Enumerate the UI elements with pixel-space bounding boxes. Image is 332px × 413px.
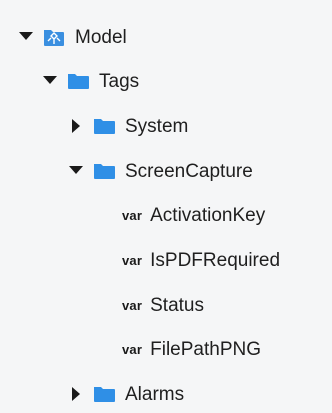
tree-node-alarms[interactable]: Alarms [0, 376, 332, 412]
tree-node-label: System [125, 115, 189, 137]
tree-node-label: ScreenCapture [125, 160, 253, 182]
tree-node-label: FilePathPNG [150, 338, 261, 360]
tree-node-label: Model [75, 26, 127, 48]
caret-down-icon[interactable] [16, 27, 36, 47]
caret-right-icon[interactable] [66, 384, 86, 404]
caret-right-icon[interactable] [66, 116, 86, 136]
model-tree-panel: Model Tags System ScreenCapture var Acti… [0, 0, 332, 413]
folder-icon [92, 384, 116, 404]
tree-node-var-activationkey[interactable]: var ActivationKey [0, 197, 332, 233]
tree-node-screencapture[interactable]: ScreenCapture [0, 153, 332, 189]
tree-node-var-filepathpng[interactable]: var FilePathPNG [0, 331, 332, 367]
var-keyword: var [122, 207, 143, 223]
var-keyword: var [122, 297, 143, 313]
tree-node-label: Status [150, 294, 204, 316]
var-keyword: var [122, 252, 143, 268]
caret-down-icon[interactable] [40, 71, 60, 91]
model-icon [42, 27, 66, 47]
folder-icon [66, 71, 90, 91]
tree-node-var-ispdfrequired[interactable]: var IsPDFRequired [0, 242, 332, 278]
tree-node-label: ActivationKey [150, 204, 266, 226]
tree-node-tags[interactable]: Tags [0, 63, 332, 99]
caret-down-icon[interactable] [66, 161, 86, 181]
tree-node-label: Alarms [125, 383, 185, 405]
tree-node-var-status[interactable]: var Status [0, 287, 332, 323]
var-keyword: var [122, 341, 143, 357]
tree-node-system[interactable]: System [0, 108, 332, 144]
tree-node-model[interactable]: Model [0, 19, 332, 55]
tree-node-label: IsPDFRequired [150, 249, 281, 271]
tree-node-label: Tags [99, 70, 140, 92]
folder-icon [92, 116, 116, 136]
folder-icon [92, 161, 116, 181]
